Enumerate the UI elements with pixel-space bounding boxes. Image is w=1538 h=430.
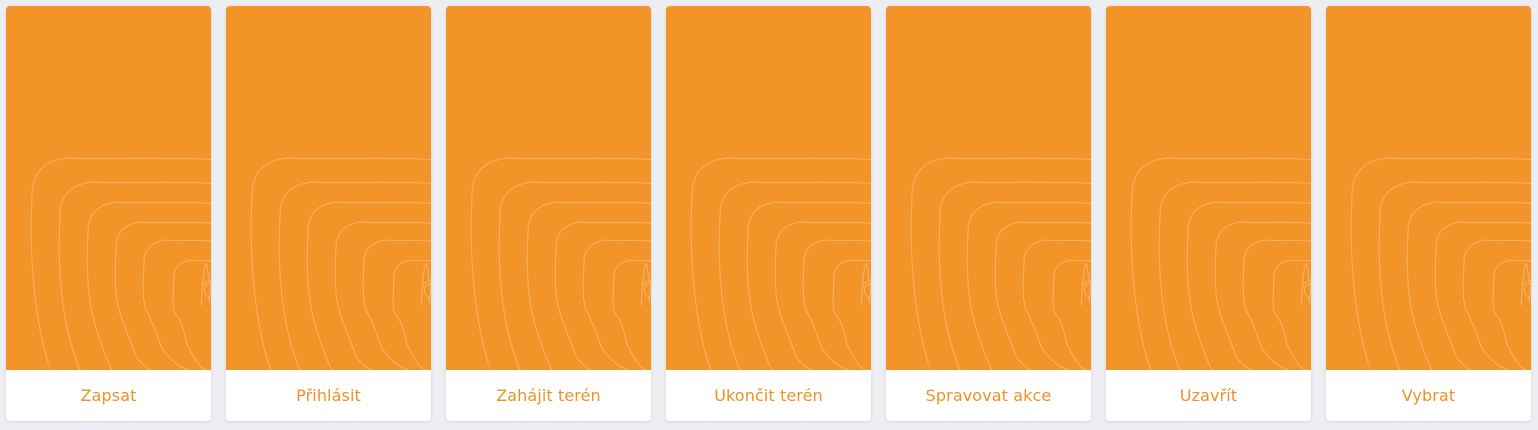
- contour-line: [1300, 263, 1311, 306]
- contour-line: [938, 181, 1091, 370]
- contour-line: [278, 181, 431, 370]
- contour-line: [1378, 181, 1531, 370]
- card-image: [6, 6, 211, 370]
- contour-line: [114, 221, 211, 370]
- card-label: Spravovat akce: [886, 370, 1091, 421]
- contour-line: [640, 263, 651, 306]
- contour-line: [1272, 259, 1311, 370]
- card-image: [226, 6, 431, 370]
- contour-line: [470, 157, 651, 370]
- card-label: Vybrat: [1326, 370, 1531, 421]
- card-image: [1106, 6, 1311, 370]
- contour-line: [612, 259, 651, 370]
- contour-line: [1214, 221, 1311, 370]
- card-label: Přihlásit: [226, 370, 431, 421]
- card-label: Zahájit terén: [446, 370, 651, 421]
- contour-line: [30, 157, 211, 370]
- contour-line: [58, 181, 211, 370]
- card-label: Ukončit terén: [666, 370, 871, 421]
- action-cards: Zapsat Přihlásit Zahájit terén Ukončit t…: [0, 0, 1538, 430]
- contour-line: [250, 157, 431, 370]
- contour-pattern-icon: [30, 157, 211, 370]
- contour-line: [1158, 181, 1311, 370]
- contour-line: [690, 157, 871, 370]
- contour-line: [832, 259, 871, 370]
- contour-line: [306, 201, 431, 370]
- contour-pattern-icon: [250, 157, 431, 370]
- card-image: [1326, 6, 1531, 370]
- contour-line: [718, 181, 871, 370]
- contour-line: [1130, 157, 1311, 370]
- card-prihlasit[interactable]: Přihlásit: [226, 6, 431, 421]
- contour-line: [1434, 221, 1531, 370]
- contour-line: [1492, 259, 1531, 370]
- contour-line: [334, 221, 431, 370]
- contour-line: [86, 201, 211, 370]
- card-uzavrit[interactable]: Uzavřít: [1106, 6, 1311, 421]
- card-vybrat[interactable]: Vybrat: [1326, 6, 1531, 421]
- contour-line: [994, 221, 1091, 370]
- contour-line: [1052, 259, 1091, 370]
- contour-pattern-icon: [1130, 157, 1311, 370]
- contour-line: [1080, 263, 1091, 306]
- card-zapsat[interactable]: Zapsat: [6, 6, 211, 421]
- contour-line: [860, 263, 871, 306]
- contour-line: [774, 221, 871, 370]
- card-image: [446, 6, 651, 370]
- contour-line: [554, 221, 651, 370]
- contour-line: [498, 181, 651, 370]
- contour-line: [420, 263, 431, 306]
- contour-line: [392, 259, 431, 370]
- card-image: [886, 6, 1091, 370]
- contour-line: [200, 263, 211, 306]
- contour-line: [1350, 157, 1531, 370]
- contour-pattern-icon: [1350, 157, 1531, 370]
- card-zahajit-teren[interactable]: Zahájit terén: [446, 6, 651, 421]
- contour-line: [1186, 201, 1311, 370]
- card-label: Uzavřít: [1106, 370, 1311, 421]
- contour-line: [526, 201, 651, 370]
- contour-pattern-icon: [470, 157, 651, 370]
- contour-pattern-icon: [690, 157, 871, 370]
- contour-line: [910, 157, 1091, 370]
- card-label: Zapsat: [6, 370, 211, 421]
- contour-line: [1406, 201, 1531, 370]
- contour-line: [746, 201, 871, 370]
- card-image: [666, 6, 871, 370]
- contour-line: [172, 259, 211, 370]
- card-spravovat-akce[interactable]: Spravovat akce: [886, 6, 1091, 421]
- contour-line: [966, 201, 1091, 370]
- contour-line: [1520, 263, 1531, 306]
- contour-pattern-icon: [910, 157, 1091, 370]
- card-ukoncit-teren[interactable]: Ukončit terén: [666, 6, 871, 421]
